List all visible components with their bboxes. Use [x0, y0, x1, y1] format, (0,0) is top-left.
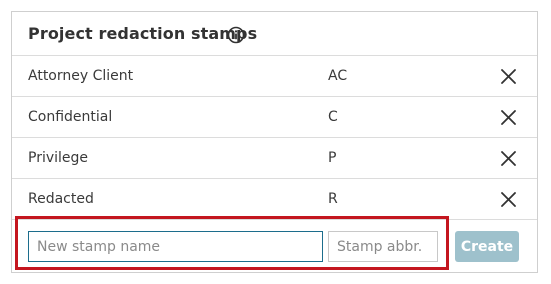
stamp-row: Confidential C [12, 97, 537, 138]
info-icon[interactable] [227, 26, 245, 44]
new-stamp-name-input[interactable] [28, 231, 323, 262]
stamp-name: Attorney Client [28, 68, 134, 84]
stamp-name: Redacted [28, 191, 94, 207]
create-button[interactable]: Create [455, 231, 519, 262]
delete-stamp-icon[interactable] [500, 150, 517, 167]
stamp-abbr-input[interactable] [328, 231, 438, 262]
delete-stamp-icon[interactable] [500, 68, 517, 85]
delete-stamp-icon[interactable] [500, 191, 517, 208]
stamp-row: Privilege P [12, 138, 537, 179]
stamp-abbr: P [328, 150, 337, 166]
stamp-abbr: C [328, 109, 338, 125]
delete-stamp-icon[interactable] [500, 109, 517, 126]
stamp-name: Confidential [28, 109, 113, 125]
panel-title: Project redaction stamps [28, 24, 258, 43]
stamp-row: Redacted R [12, 179, 537, 220]
stamp-name: Privilege [28, 150, 89, 166]
stamp-abbr: R [328, 191, 338, 207]
panel-header: Project redaction stamps [12, 12, 537, 56]
stamp-abbr: AC [328, 68, 348, 84]
stamp-row: Attorney Client AC [12, 56, 537, 97]
